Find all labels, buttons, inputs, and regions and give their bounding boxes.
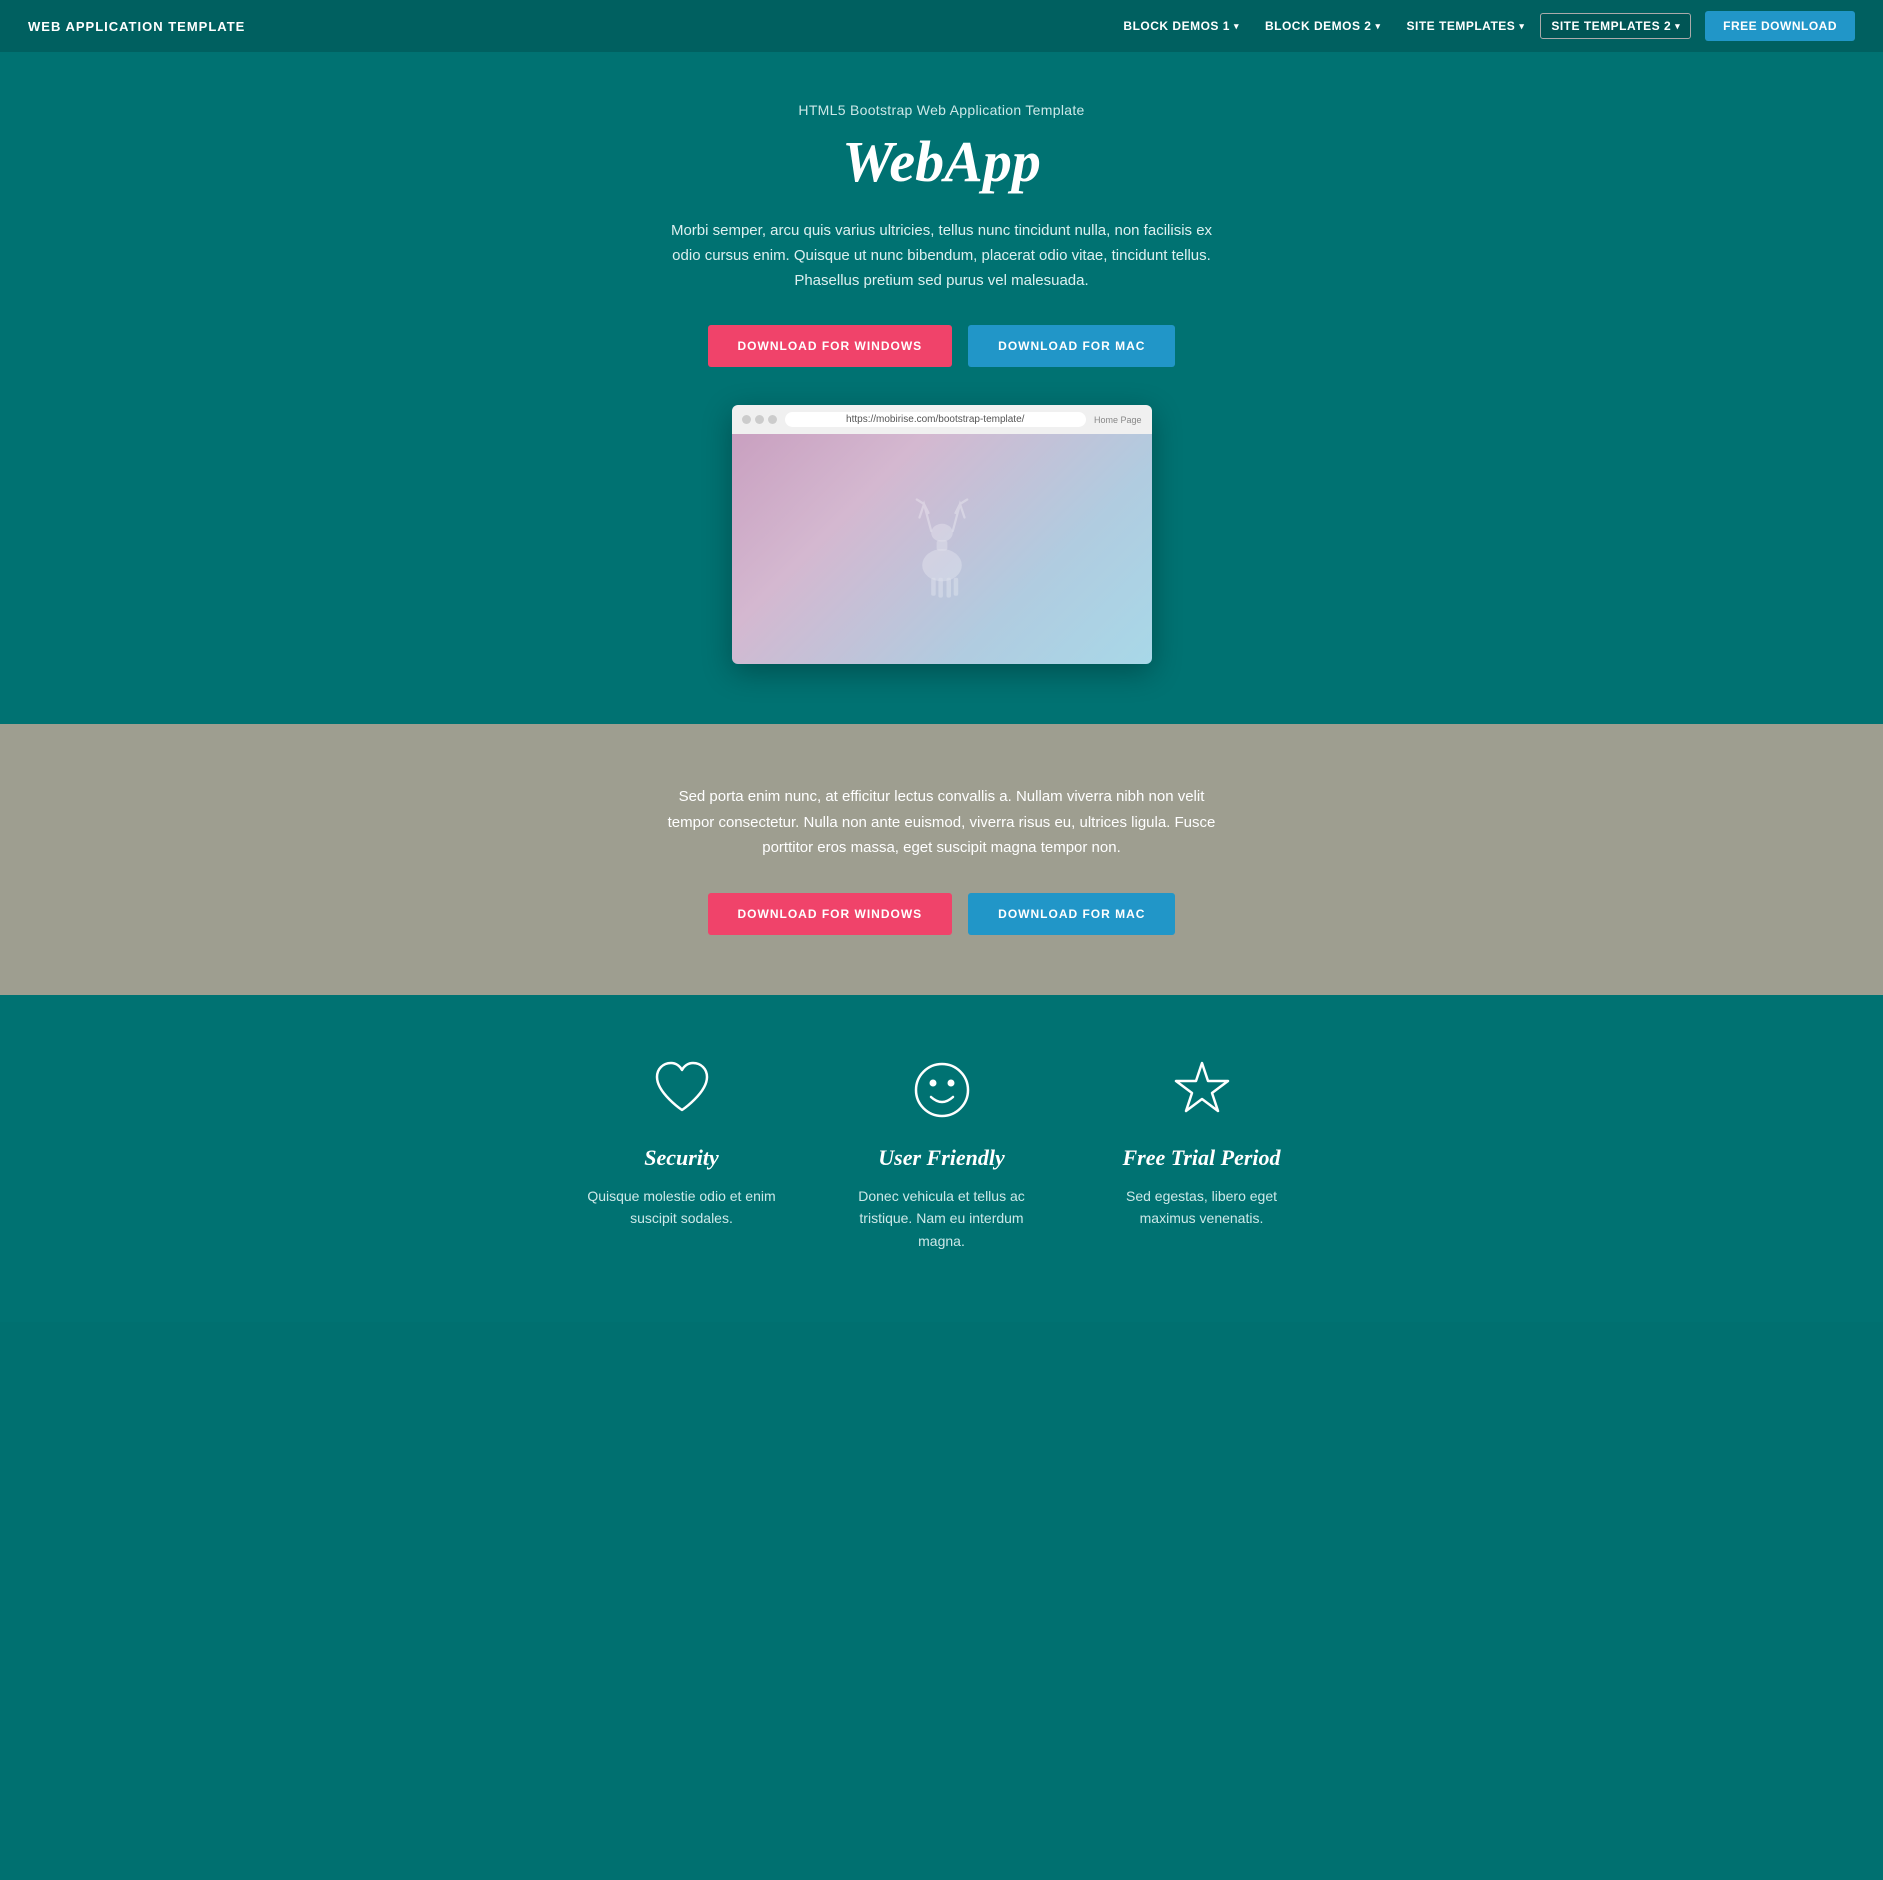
nav-site-templates[interactable]: SITE TEMPLATES ▾ bbox=[1397, 13, 1535, 39]
dot-yellow bbox=[755, 415, 764, 424]
star-icon bbox=[1167, 1055, 1237, 1125]
features-section: Security Quisque molestie odio et enim s… bbox=[0, 995, 1883, 1322]
grey-download-windows-button[interactable]: DOWNLOAD FOR WINDOWS bbox=[708, 893, 953, 935]
feature-free-trial-title: Free Trial Period bbox=[1102, 1145, 1302, 1171]
grey-buttons: DOWNLOAD FOR WINDOWS DOWNLOAD FOR MAC bbox=[20, 893, 1863, 935]
browser-home-label: Home Page bbox=[1094, 415, 1142, 425]
features-grid: Security Quisque molestie odio et enim s… bbox=[492, 1055, 1392, 1252]
feature-free-trial-desc: Sed egestas, libero eget maximus venenat… bbox=[1102, 1185, 1302, 1230]
nav-block-demos-2[interactable]: BLOCK DEMOS 2 ▾ bbox=[1255, 13, 1391, 39]
download-windows-button[interactable]: DOWNLOAD FOR WINDOWS bbox=[708, 325, 953, 367]
chevron-down-icon: ▾ bbox=[1675, 21, 1680, 32]
smiley-icon bbox=[907, 1055, 977, 1125]
nav-site-templates-2[interactable]: SITE TEMPLATES 2 ▾ bbox=[1540, 13, 1691, 39]
nav-right: BLOCK DEMOS 1 ▾ BLOCK DEMOS 2 ▾ SITE TEM… bbox=[1113, 11, 1855, 41]
feature-security: Security Quisque molestie odio et enim s… bbox=[582, 1055, 782, 1252]
hero-description: Morbi semper, arcu quis varius ultricies… bbox=[662, 219, 1222, 293]
hero-section: HTML5 Bootstrap Web Application Template… bbox=[0, 52, 1883, 724]
chevron-down-icon: ▾ bbox=[1519, 21, 1524, 32]
feature-user-friendly: User Friendly Donec vehicula et tellus a… bbox=[842, 1055, 1042, 1252]
heart-icon bbox=[647, 1055, 717, 1125]
feature-user-friendly-title: User Friendly bbox=[842, 1145, 1042, 1171]
browser-url: https://mobirise.com/bootstrap-template/ bbox=[785, 412, 1086, 427]
feature-security-desc: Quisque molestie odio et enim suscipit s… bbox=[582, 1185, 782, 1230]
feature-free-trial: Free Trial Period Sed egestas, libero eg… bbox=[1102, 1055, 1302, 1252]
grey-description: Sed porta enim nunc, at efficitur lectus… bbox=[662, 784, 1222, 861]
hero-subtitle: HTML5 Bootstrap Web Application Template bbox=[20, 102, 1863, 118]
chevron-down-icon: ▾ bbox=[1234, 21, 1239, 32]
browser-mockup: https://mobirise.com/bootstrap-template/… bbox=[732, 405, 1152, 664]
hero-buttons: DOWNLOAD FOR WINDOWS DOWNLOAD FOR MAC bbox=[20, 325, 1863, 367]
free-download-button[interactable]: FREE DOWNLOAD bbox=[1705, 11, 1855, 41]
grey-download-mac-button[interactable]: DOWNLOAD FOR MAC bbox=[968, 893, 1175, 935]
feature-security-title: Security bbox=[582, 1145, 782, 1171]
browser-bar: https://mobirise.com/bootstrap-template/… bbox=[732, 405, 1152, 434]
feature-user-friendly-desc: Donec vehicula et tellus ac tristique. N… bbox=[842, 1185, 1042, 1252]
browser-content bbox=[732, 434, 1152, 664]
dot-green bbox=[768, 415, 777, 424]
hero-title: WebApp bbox=[20, 128, 1863, 195]
dot-red bbox=[742, 415, 751, 424]
nav-block-demos-1[interactable]: BLOCK DEMOS 1 ▾ bbox=[1113, 13, 1249, 39]
download-mac-button[interactable]: DOWNLOAD FOR MAC bbox=[968, 325, 1175, 367]
grey-section: Sed porta enim nunc, at efficitur lectus… bbox=[0, 724, 1883, 995]
deer-icon bbox=[897, 494, 987, 604]
chevron-down-icon: ▾ bbox=[1375, 21, 1380, 32]
nav-brand: WEB APPLICATION TEMPLATE bbox=[28, 19, 245, 34]
browser-dots bbox=[742, 415, 777, 424]
navbar: WEB APPLICATION TEMPLATE BLOCK DEMOS 1 ▾… bbox=[0, 0, 1883, 52]
